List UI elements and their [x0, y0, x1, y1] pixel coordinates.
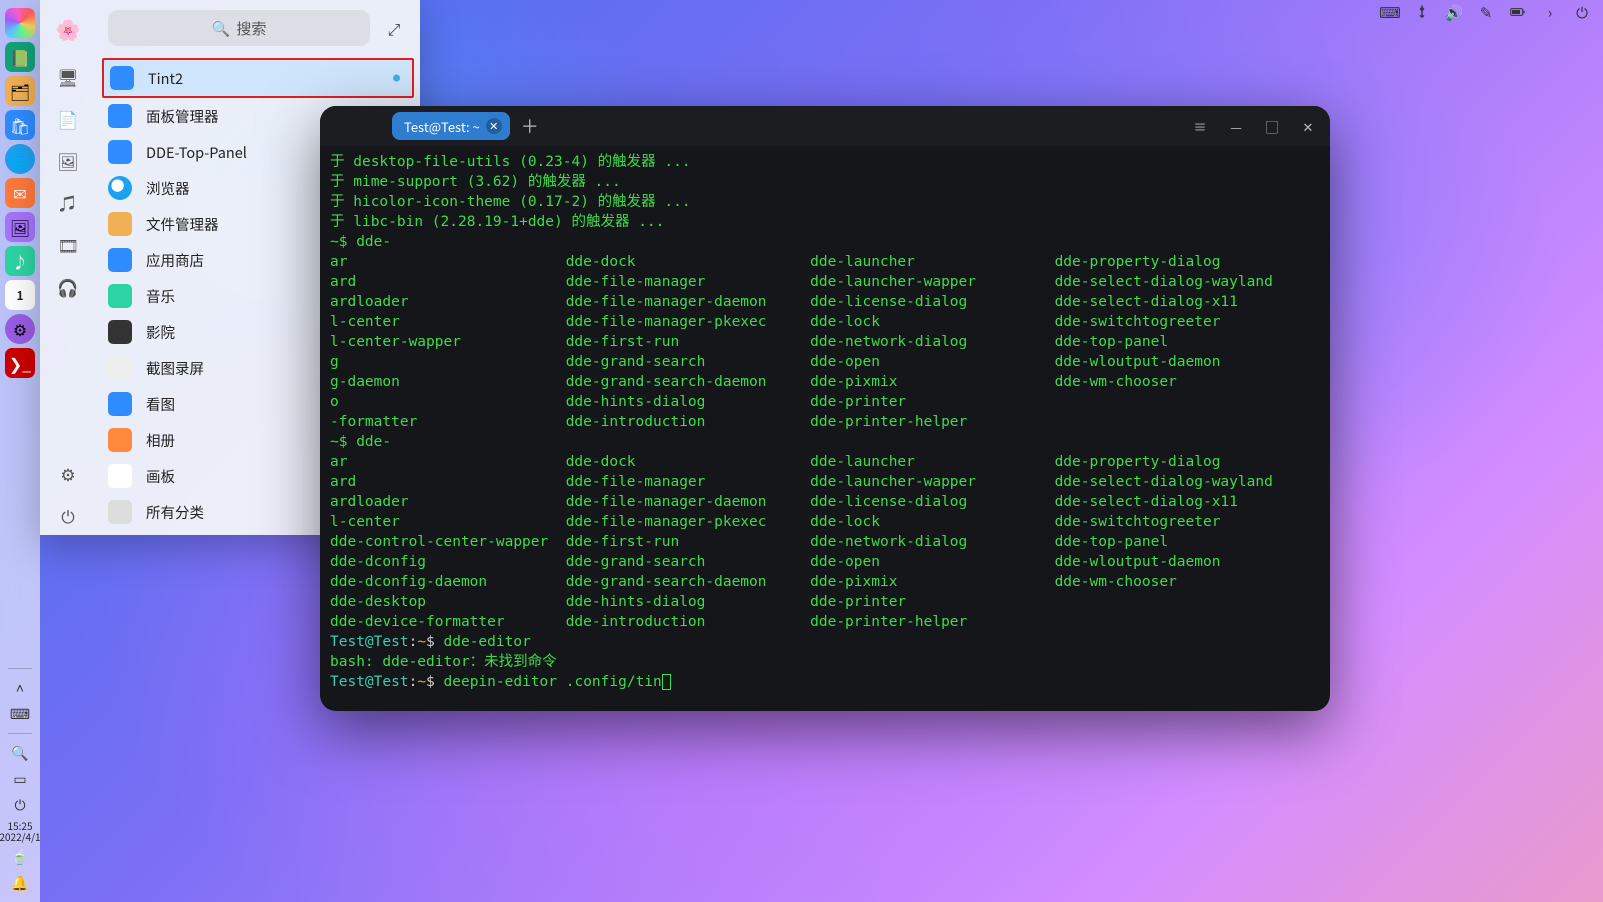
search-placeholder: 搜索 — [236, 18, 266, 39]
tray-cup-icon[interactable]: 🍵 — [8, 846, 32, 868]
search-input[interactable]: 🔍 搜索 — [108, 10, 370, 46]
power-icon[interactable]: ⏻ — [1573, 3, 1591, 21]
dock-app-mail[interactable]: ✉ — [5, 178, 35, 208]
dock: 📗 🗂 🛍 🌐 ✉ 🖼 ♪ 1 ⚙ ❯_ ˄ ⌨ 🔍 ▭ ⏻ 15:25 202… — [0, 0, 40, 902]
app-label: 所有分类 — [146, 502, 204, 523]
app-icon — [108, 320, 132, 344]
dock-app-browser[interactable]: 🌐 — [5, 144, 35, 174]
app-icon — [108, 140, 132, 164]
app-icon — [108, 500, 132, 524]
dock-app-wiki[interactable]: 📗 — [5, 42, 35, 72]
chevron-up-icon[interactable]: ˄ — [8, 677, 32, 699]
menubar: ⌨ 🔊 ✎ › ⏻ — [1369, 0, 1603, 24]
dock-separator — [8, 668, 32, 669]
dock-app-terminal[interactable]: ❯_ — [5, 348, 35, 378]
minimize-button[interactable]: — — [1222, 112, 1250, 140]
sidebar-video-icon[interactable]: 🎞 — [48, 224, 88, 264]
app-label: 面板管理器 — [146, 106, 219, 127]
launcher-sidebar: 🌸 🖥 📄 🖼 ♫ 🎞 🎧 ⚙ ⏻ — [40, 0, 96, 535]
sidebar-document-icon[interactable]: 📄 — [48, 98, 88, 138]
sidebar-gear-icon[interactable]: ⚙ — [48, 453, 88, 493]
tab-close-icon[interactable]: ✕ — [486, 118, 502, 134]
app-icon — [108, 392, 132, 416]
terminal-titlebar[interactable]: Test@Test: ~ ✕ ＋ ≡ — ▢ ✕ — [320, 106, 1330, 146]
expand-icon[interactable]: ⤢ — [380, 14, 408, 42]
app-item-0[interactable]: Tint2 — [102, 58, 414, 98]
maximize-button[interactable]: ▢ — [1258, 112, 1286, 140]
app-label: 影院 — [146, 322, 175, 343]
sidebar-picture-icon[interactable]: 🖼 — [48, 140, 88, 180]
launcher-logo-icon[interactable]: 🌸 — [50, 10, 86, 46]
terminal-tab[interactable]: Test@Test: ~ ✕ — [392, 112, 510, 140]
app-label: 画板 — [146, 466, 175, 487]
clock-date: 2022/4/1 — [0, 831, 41, 842]
app-icon — [108, 464, 132, 488]
search-icon: 🔍 — [212, 18, 231, 39]
app-icon — [108, 248, 132, 272]
app-icon — [110, 66, 134, 90]
app-icon — [108, 104, 132, 128]
usb-icon[interactable] — [1413, 3, 1431, 21]
dock-app-music[interactable]: ♪ — [5, 246, 35, 276]
dock-app-calendar[interactable]: 1 — [5, 280, 35, 310]
app-label: DDE-Top-Panel — [146, 142, 247, 163]
terminal-window: Test@Test: ~ ✕ ＋ ≡ — ▢ ✕ 于 desktop-file-… — [320, 106, 1330, 711]
dock-app-photos[interactable]: 🖼 — [5, 212, 35, 242]
app-icon — [108, 212, 132, 236]
launcher-icon[interactable] — [5, 8, 35, 38]
tray-bell-icon[interactable]: 🔔 — [8, 872, 32, 894]
app-label: 文件管理器 — [146, 214, 219, 235]
chevron-right-icon[interactable]: › — [1541, 3, 1559, 21]
menu-icon[interactable]: ≡ — [1186, 112, 1214, 140]
app-label: 浏览器 — [146, 178, 190, 199]
app-icon — [108, 284, 132, 308]
dock-app-files[interactable]: 🗂 — [5, 76, 35, 106]
sidebar-power-icon[interactable]: ⏻ — [48, 495, 88, 535]
app-label: 相册 — [146, 430, 175, 451]
keyboard-icon[interactable]: ⌨ — [1381, 3, 1399, 21]
new-tab-button[interactable]: ＋ — [518, 114, 542, 138]
search-icon[interactable]: 🔍 — [8, 742, 32, 764]
close-button[interactable]: ✕ — [1294, 112, 1322, 140]
dock-app-store[interactable]: 🛍 — [5, 110, 35, 140]
volume-icon[interactable]: 🔊 — [1445, 3, 1463, 21]
dock-separator — [8, 733, 32, 734]
sidebar-headphones-icon[interactable]: 🎧 — [48, 266, 88, 306]
dock-app-settings[interactable]: ⚙ — [5, 314, 35, 344]
app-label: Tint2 — [148, 68, 183, 89]
battery-icon[interactable] — [1509, 3, 1527, 21]
app-label: 应用商店 — [146, 250, 204, 271]
onscreen-keyboard-icon[interactable]: ⌨ — [8, 703, 32, 725]
sidebar-music-icon[interactable]: ♫ — [48, 182, 88, 222]
terminal-tab-title: Test@Test: ~ — [404, 117, 480, 136]
running-dot-icon — [393, 75, 400, 82]
app-icon — [108, 428, 132, 452]
app-label: 截图录屏 — [146, 358, 204, 379]
app-icon — [108, 176, 132, 200]
shutdown-icon[interactable]: ⏻ — [8, 794, 32, 816]
terminal-body[interactable]: 于 desktop-file-utils (0.23-4) 的触发器 ... 于… — [320, 146, 1330, 711]
app-label: 看图 — [146, 394, 175, 415]
app-label: 音乐 — [146, 286, 175, 307]
app-icon — [108, 356, 132, 380]
show-desktop-icon[interactable]: ▭ — [8, 768, 32, 790]
eyedropper-icon[interactable]: ✎ — [1477, 3, 1495, 21]
sidebar-monitor-icon[interactable]: 🖥 — [48, 56, 88, 96]
dock-clock[interactable]: 15:25 2022/4/1 — [0, 820, 41, 842]
